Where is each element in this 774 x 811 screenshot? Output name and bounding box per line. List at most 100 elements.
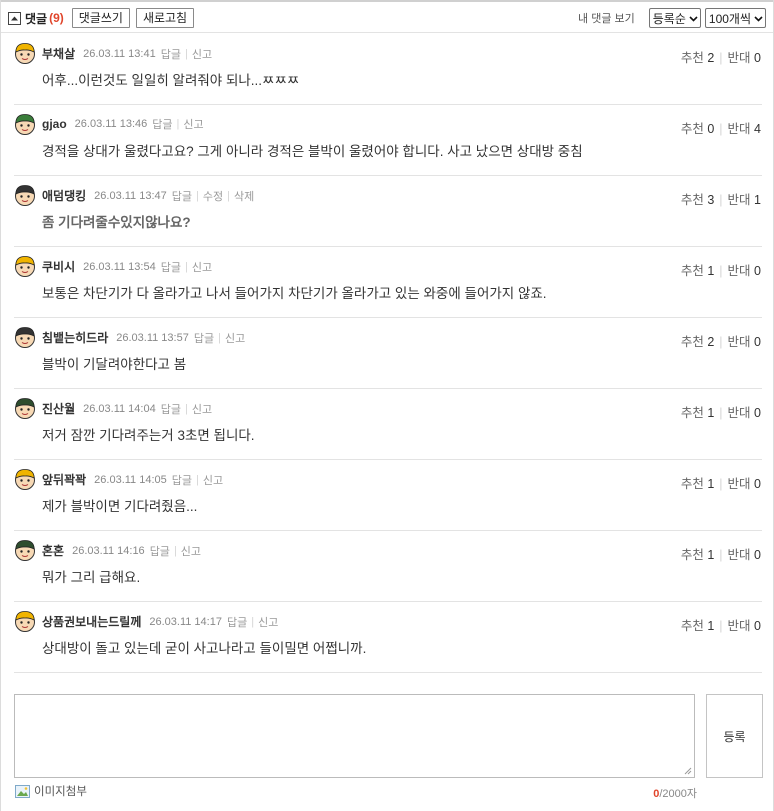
comment-title: 댓글 [25, 11, 48, 26]
avatar-icon[interactable] [14, 184, 36, 206]
avatar-icon[interactable] [14, 397, 36, 419]
comment-author[interactable]: gjao [42, 117, 67, 131]
comment-date: 26.03.11 14:05 [94, 473, 167, 486]
vote-divider: | [719, 122, 723, 136]
upvote-button[interactable]: 추천 1 [681, 406, 714, 420]
comment-action-link[interactable]: 삭제 [234, 188, 254, 204]
upvote-button[interactable]: 추천 2 [681, 335, 714, 349]
avatar-icon[interactable] [14, 539, 36, 561]
comment-action-link[interactable]: 신고 [192, 401, 212, 417]
comment-text: 저거 잠깐 기다려주는거 3초면 됩니다. [42, 428, 255, 443]
resize-handle-icon[interactable] [684, 767, 692, 775]
action-divider: | [218, 331, 221, 344]
comment-author[interactable]: 앞뒤꽉꽉 [42, 471, 86, 488]
attach-image-button[interactable]: 이미지첨부 [15, 783, 87, 799]
refresh-button[interactable]: 새로고침 [135, 8, 195, 28]
downvote-button[interactable]: 반대 0 [728, 335, 761, 349]
avatar-icon[interactable] [14, 468, 36, 490]
downvote-button[interactable]: 반대 0 [728, 264, 761, 278]
comment-date: 26.03.11 13:41 [83, 47, 156, 60]
avatar-icon[interactable] [14, 113, 36, 135]
upvote-button[interactable]: 추천 1 [681, 477, 714, 491]
upvote-button[interactable]: 추천 1 [681, 264, 714, 278]
upvote-count: 3 [707, 193, 715, 207]
downvote-button[interactable]: 반대 0 [728, 548, 761, 562]
comment-action-link[interactable]: 답글 [161, 259, 181, 275]
downvote-count: 0 [754, 406, 761, 420]
comment-action-link[interactable]: 신고 [203, 472, 223, 488]
upvote-label: 추천 [680, 548, 704, 562]
comment-action-link[interactable]: 답글 [172, 472, 192, 488]
comment-section: 댓글 (9) 댓글쓰기 새로고침 내 댓글 보기 등록순 100개씩 부채살 26… [0, 0, 774, 811]
avatar-icon[interactable] [14, 610, 36, 632]
comment-textarea[interactable] [14, 694, 695, 778]
upvote-button[interactable]: 추천 0 [681, 122, 714, 136]
submit-comment-button[interactable]: 등록 [706, 694, 763, 778]
comment-text: 좀 기다려줄수있지않나요? [42, 215, 191, 230]
comment-row: 침뱉는히드라 26.03.11 13:57 답글 | 신고 블박이 기달려야한다고 봄 추천… [14, 318, 762, 389]
downvote-count: 0 [754, 477, 761, 491]
comment-count: (9) [49, 11, 64, 25]
comment-action-link[interactable]: 신고 [192, 46, 212, 62]
comment-text: 제가 블박이면 기다려줬음... [42, 499, 198, 514]
avatar-icon[interactable] [14, 326, 36, 348]
comment-author[interactable]: 진산월 [42, 400, 75, 417]
downvote-count: 0 [754, 264, 761, 278]
upvote-button[interactable]: 추천 3 [681, 193, 714, 207]
downvote-button[interactable]: 반대 0 [728, 51, 761, 65]
comment-votes: 추천 1 | 반대 0 [681, 402, 761, 421]
comment-action-link[interactable]: 답글 [161, 401, 181, 417]
action-divider: | [196, 473, 199, 486]
vote-divider: | [719, 406, 723, 420]
downvote-button[interactable]: 반대 1 [728, 193, 761, 207]
comment-action-link[interactable]: 신고 [225, 330, 245, 346]
comment-action-link[interactable]: 수정 [203, 188, 223, 204]
action-divider: | [184, 402, 188, 415]
comment-meta: gjao 26.03.11 13:46 답글 | 신고 [42, 116, 204, 132]
collapse-icon[interactable] [8, 11, 21, 25]
write-comment-button[interactable]: 댓글쓰기 [71, 8, 130, 28]
comment-action-link[interactable]: 답글 [194, 330, 214, 346]
comment-action-link[interactable]: 신고 [183, 116, 203, 132]
downvote-button[interactable]: 반대 4 [728, 122, 761, 136]
comment-author[interactable]: 혼혼 [42, 542, 64, 559]
per-page-select[interactable]: 100개씩 [704, 8, 766, 28]
comment-text: 보통은 차단기가 다 올라가고 나서 들어가지 차단기가 올라가고 있는 와중에… [42, 286, 547, 301]
comment-action-link[interactable]: 답글 [152, 116, 172, 132]
action-divider: | [184, 47, 188, 60]
upvote-button[interactable]: 추천 1 [681, 548, 714, 562]
comment-votes: 추천 1 | 반대 0 [681, 260, 761, 279]
comment-author[interactable]: 쿠비시 [42, 258, 75, 275]
comment-author[interactable]: 상품권보내는드릴께 [42, 613, 141, 630]
comment-votes: 추천 0 | 반대 4 [681, 118, 761, 137]
comment-votes: 추천 3 | 반대 1 [681, 189, 761, 208]
avatar-icon[interactable] [14, 42, 36, 64]
downvote-button[interactable]: 반대 0 [728, 619, 761, 633]
comment-author[interactable]: 애덤댕킹 [42, 187, 86, 204]
comment-action-link[interactable]: 신고 [181, 543, 201, 559]
downvote-button[interactable]: 반대 0 [728, 477, 761, 491]
comment-row: 애덤댕킹 26.03.11 13:47 답글 | 수정 | 삭제 좀 기다려줄수있지않나요? 추… [14, 176, 762, 247]
attach-image-label: 이미지첨부 [34, 786, 87, 798]
comment-action-link[interactable]: 답글 [227, 614, 247, 630]
sort-select[interactable]: 등록순 [648, 8, 701, 28]
my-comments-link[interactable]: 내 댓글 보기 [578, 10, 635, 26]
comment-action-link[interactable]: 답글 [172, 188, 192, 204]
upvote-button[interactable]: 추천 2 [681, 51, 714, 65]
comment-text: 뭐가 그리 급해요. [42, 570, 141, 585]
vote-divider: | [719, 193, 723, 207]
avatar-icon[interactable] [14, 255, 36, 277]
comment-author[interactable]: 침뱉는히드라 [42, 329, 108, 346]
comment-action-link[interactable]: 신고 [258, 614, 278, 630]
downvote-button[interactable]: 반대 0 [728, 406, 761, 420]
comment-date: 26.03.11 13:47 [94, 189, 167, 202]
image-icon [15, 784, 30, 798]
comment-action-link[interactable]: 답글 [150, 543, 170, 559]
downvote-label: 반대 [727, 406, 751, 420]
upvote-button[interactable]: 추천 1 [681, 619, 714, 633]
comment-action-link[interactable]: 신고 [192, 259, 212, 275]
comment-action-link[interactable]: 답글 [161, 46, 181, 62]
comment-votes: 추천 2 | 반대 0 [681, 331, 761, 350]
comment-meta: 앞뒤꽉꽉 26.03.11 14:05 답글 | 신고 [42, 471, 223, 488]
comment-author[interactable]: 부채살 [42, 45, 75, 62]
